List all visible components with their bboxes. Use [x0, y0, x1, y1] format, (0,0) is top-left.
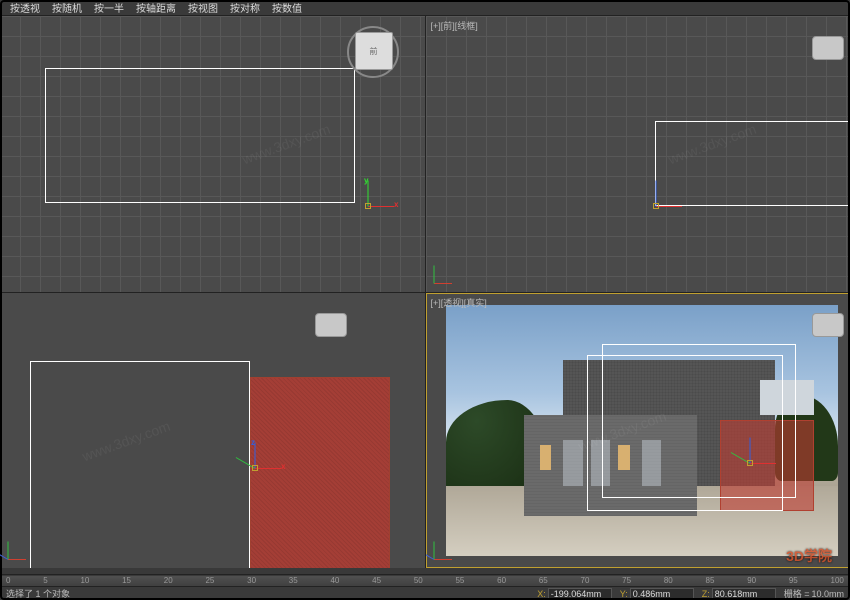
- selection-status: 选择了 1 个对象: [6, 587, 70, 600]
- status-bar: 选择了 1 个对象 X: Y: Z: 栅格 = 10.0mm: [0, 586, 850, 600]
- transform-gizmo[interactable]: [626, 176, 686, 236]
- viewport-perspective[interactable]: [+][透视][真实] www.3dxy.: [426, 293, 850, 569]
- coord-x-field: X:: [537, 588, 612, 599]
- grid-size-value: 10.0mm: [811, 589, 844, 599]
- menu-symmetry[interactable]: 按对称: [224, 0, 266, 16]
- coord-z-label: Z:: [702, 589, 710, 599]
- axis-label-x: x: [281, 462, 285, 471]
- selection-mode-menubar: 按透视 按随机 按一半 按轴距离 按视图 按对称 按数值: [0, 0, 850, 16]
- scene-door: [563, 440, 583, 485]
- world-axis-tripod: [8, 532, 36, 560]
- time-slider-track[interactable]: 0 5 10 15 20 25 30 35 40 45 50 55 60 65 …: [2, 576, 848, 586]
- world-axis-tripod: [434, 532, 462, 560]
- menu-half[interactable]: 按一半: [88, 0, 130, 16]
- tripod-x: [434, 559, 452, 560]
- grid-size-field: 栅格 = 10.0mm: [784, 587, 844, 600]
- viewport-label-front[interactable]: [+][前][线框]: [431, 19, 478, 32]
- world-axis-tripod: [434, 256, 462, 284]
- coord-y-field: Y:: [620, 588, 694, 599]
- viewcube[interactable]: [812, 313, 844, 337]
- time-ticks: 0 5 10 15 20 25 30 35 40 45 50 55 60 65 …: [2, 576, 848, 586]
- axis-label-z: z: [251, 438, 255, 447]
- viewport-top[interactable]: 前 x y www.3dxy.com: [0, 16, 425, 292]
- tripod-z: [8, 542, 9, 560]
- grid-size-label: 栅格 =: [784, 587, 810, 600]
- tripod-z: [433, 542, 434, 560]
- tripod-y: [426, 550, 434, 560]
- wireframe-box-top[interactable]: [45, 68, 355, 203]
- gizmo-x-axis[interactable]: [368, 206, 394, 207]
- gizmo-x-axis[interactable]: [656, 206, 682, 207]
- axis-label-y: y: [364, 176, 368, 185]
- menu-perspective[interactable]: 按透视: [4, 0, 46, 16]
- coord-x-input[interactable]: [548, 588, 612, 599]
- viewcube[interactable]: [315, 313, 347, 337]
- gizmo-origin[interactable]: [747, 460, 753, 466]
- coord-z-input[interactable]: [712, 588, 776, 599]
- menu-random[interactable]: 按随机: [46, 0, 88, 16]
- tripod-z: [433, 265, 434, 283]
- time-slider[interactable]: 0 5 10 15 20 25 30 35 40 45 50 55 60 65 …: [0, 574, 850, 586]
- viewport-left[interactable]: x z www.3dxy.com: [0, 293, 425, 569]
- transform-gizmo[interactable]: [720, 433, 780, 493]
- gizmo-origin[interactable]: [653, 203, 659, 209]
- menu-axis-distance[interactable]: 按轴距离: [130, 0, 182, 16]
- viewcube[interactable]: [812, 36, 844, 60]
- viewcube[interactable]: 前: [355, 32, 393, 70]
- menu-view[interactable]: 按视图: [182, 0, 224, 16]
- brand-watermark: 3D学院: [786, 546, 832, 566]
- gizmo-x-axis[interactable]: [750, 463, 776, 464]
- coord-y-input[interactable]: [630, 588, 694, 599]
- render-scene: [446, 305, 839, 557]
- tripod-x: [434, 283, 452, 284]
- coord-x-label: X:: [537, 589, 546, 599]
- menu-numeric[interactable]: 按数值: [266, 0, 308, 16]
- transform-gizmo[interactable]: x z: [225, 438, 285, 498]
- gizmo-origin[interactable]: [365, 203, 371, 209]
- viewport-front[interactable]: [+][前][线框] www.3dxy.com: [426, 16, 850, 292]
- gizmo-origin[interactable]: [252, 465, 258, 471]
- gizmo-x-axis[interactable]: [255, 468, 281, 469]
- transform-gizmo[interactable]: x y: [338, 176, 398, 236]
- coord-y-label: Y:: [620, 589, 628, 599]
- scene-window: [540, 445, 552, 470]
- viewport-quad: 前 x y www.3dxy.com [+][前][线框] www.3dxy.c…: [0, 16, 850, 568]
- viewport-label-perspective[interactable]: [+][透视][真实]: [431, 296, 487, 309]
- axis-label-x: x: [394, 200, 398, 209]
- wireframe-box-left[interactable]: [30, 361, 250, 569]
- tripod-x: [8, 559, 26, 560]
- coord-z-field: Z:: [702, 588, 776, 599]
